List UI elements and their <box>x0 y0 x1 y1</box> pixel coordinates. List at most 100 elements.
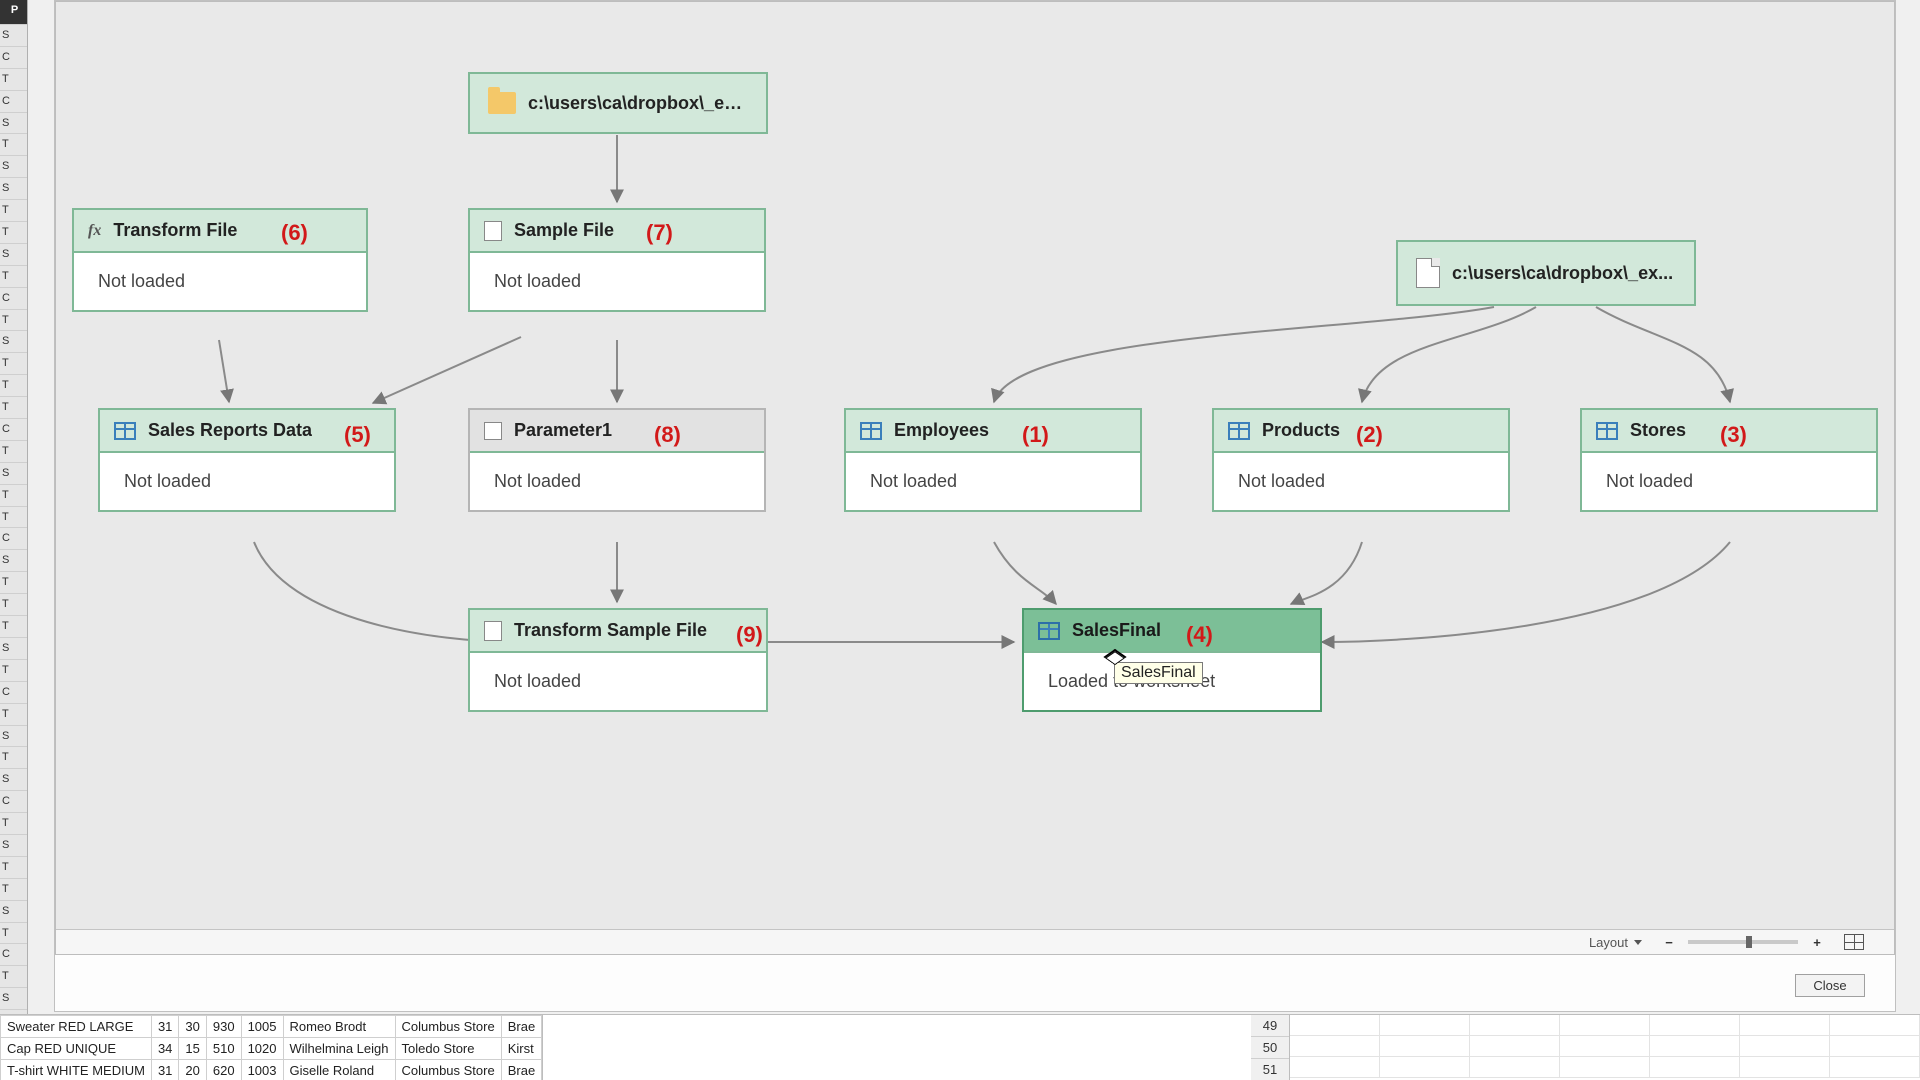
node-title: c:\users\ca\dropbox\_ex... <box>528 93 748 114</box>
node-title: Transform File <box>113 220 237 241</box>
cell[interactable]: 1003 <box>241 1060 283 1080</box>
zoom-to-fit-button[interactable] <box>1844 934 1864 950</box>
zoom-slider[interactable] <box>1688 940 1798 944</box>
cell[interactable] <box>1740 1015 1830 1036</box>
cell[interactable] <box>1380 1015 1470 1036</box>
cell[interactable]: T-shirt WHITE MEDIUM <box>1 1060 152 1080</box>
cell[interactable] <box>1470 1036 1560 1057</box>
node-source-folder[interactable]: c:\users\ca\dropbox\_ex... <box>468 72 768 134</box>
cell[interactable]: 34 <box>151 1038 178 1060</box>
cell[interactable] <box>1830 1015 1920 1036</box>
cell[interactable] <box>1560 1057 1650 1078</box>
cell[interactable] <box>1560 1015 1650 1036</box>
row-number[interactable]: 51 <box>1251 1059 1289 1080</box>
sheet-icon <box>484 621 502 641</box>
cell[interactable]: Columbus Store <box>395 1016 501 1038</box>
zoom-control: − + <box>1662 935 1824 950</box>
dependency-diagram-canvas[interactable]: c:\users\ca\dropbox\_ex... c:\users\ca\d… <box>55 1 1895 955</box>
cell[interactable] <box>1830 1057 1920 1078</box>
cell[interactable] <box>1290 1015 1380 1036</box>
node-transform-file[interactable]: fx Transform File Not loaded <box>72 208 368 312</box>
node-products[interactable]: Products Not loaded <box>1212 408 1510 512</box>
cell[interactable] <box>1470 1015 1560 1036</box>
fx-icon: fx <box>88 222 101 240</box>
dialog-button-row: Close <box>55 974 1895 997</box>
cell[interactable]: Toledo Store <box>395 1038 501 1060</box>
node-transform-sample-file[interactable]: Transform Sample File Not loaded <box>468 608 768 712</box>
node-title: Products <box>1262 420 1340 441</box>
cell[interactable] <box>1650 1015 1740 1036</box>
table-icon <box>114 422 136 440</box>
cell[interactable] <box>1470 1057 1560 1078</box>
node-status: Not loaded <box>74 253 366 310</box>
node-title: c:\users\ca\dropbox\_ex... <box>1452 263 1673 284</box>
node-employees[interactable]: Employees Not loaded <box>844 408 1142 512</box>
node-stores[interactable]: Stores Not loaded <box>1580 408 1878 512</box>
cell[interactable]: 1005 <box>241 1016 283 1038</box>
cell[interactable] <box>1380 1057 1470 1078</box>
row-number[interactable]: 49 <box>1251 1015 1289 1037</box>
parameter-icon <box>484 422 502 440</box>
cell[interactable]: 31 <box>151 1060 178 1080</box>
cell[interactable]: 20 <box>179 1060 206 1080</box>
zoom-slider-thumb[interactable] <box>1746 936 1752 948</box>
cell[interactable]: 930 <box>206 1016 241 1038</box>
node-parameter1[interactable]: Parameter1 Not loaded <box>468 408 766 512</box>
diagram-footer: Layout − + <box>56 929 1894 954</box>
cell[interactable]: 30 <box>179 1016 206 1038</box>
cell[interactable] <box>1290 1036 1380 1057</box>
node-title: Employees <box>894 420 989 441</box>
cell[interactable] <box>1740 1057 1830 1078</box>
cell[interactable] <box>1650 1036 1740 1057</box>
cell[interactable] <box>1830 1036 1920 1057</box>
node-source-file[interactable]: c:\users\ca\dropbox\_ex... <box>1396 240 1696 306</box>
zoom-in-button[interactable]: + <box>1810 935 1824 950</box>
cell[interactable]: Wilhelmina Leigh <box>283 1038 395 1060</box>
node-title: Stores <box>1630 420 1686 441</box>
cell[interactable] <box>1560 1036 1650 1057</box>
worksheet-right-area: 495051 <box>1251 1015 1920 1080</box>
node-status: Not loaded <box>1214 453 1508 510</box>
cell[interactable]: 510 <box>206 1038 241 1060</box>
cell[interactable] <box>1380 1036 1470 1057</box>
worksheet-strip: Sweater RED LARGE31309301005Romeo BrodtC… <box>0 1014 1920 1080</box>
table-row: Sweater RED LARGE31309301005Romeo BrodtC… <box>1 1016 542 1038</box>
cell[interactable] <box>1650 1057 1740 1078</box>
cell[interactable]: Kirst <box>501 1038 541 1060</box>
node-status: Not loaded <box>846 453 1140 510</box>
worksheet-left-table: Sweater RED LARGE31309301005Romeo BrodtC… <box>0 1015 543 1080</box>
zoom-out-button[interactable]: − <box>1662 935 1676 950</box>
cell[interactable]: 31 <box>151 1016 178 1038</box>
row-number-column: 495051 <box>1251 1015 1290 1080</box>
cell[interactable]: Brae <box>501 1060 541 1080</box>
cell[interactable]: Columbus Store <box>395 1060 501 1080</box>
table-row: Cap RED UNIQUE34155101020Wilhelmina Leig… <box>1 1038 542 1060</box>
cell[interactable]: 620 <box>206 1060 241 1080</box>
cell[interactable]: 1020 <box>241 1038 283 1060</box>
excel-row-gutter: P SCT CST SST TST CTS TTT CTS TTC STT TS… <box>0 0 28 1025</box>
table-icon <box>860 422 882 440</box>
cell[interactable] <box>1290 1057 1380 1078</box>
node-title: Sales Reports Data <box>148 420 312 441</box>
cell[interactable] <box>1740 1036 1830 1057</box>
cell[interactable]: Romeo Brodt <box>283 1016 395 1038</box>
cell[interactable]: Giselle Roland <box>283 1060 395 1080</box>
node-status: Not loaded <box>470 253 764 310</box>
cell[interactable]: 15 <box>179 1038 206 1060</box>
table-icon <box>1596 422 1618 440</box>
row-number[interactable]: 50 <box>1251 1037 1289 1059</box>
node-sample-file[interactable]: Sample File Not loaded <box>468 208 766 312</box>
cell[interactable]: Brae <box>501 1016 541 1038</box>
layout-dropdown[interactable]: Layout <box>1589 935 1642 950</box>
empty-grid-cells <box>1290 1015 1920 1080</box>
node-sales-final[interactable]: SalesFinal Loaded to worksheet <box>1022 608 1322 712</box>
close-button[interactable]: Close <box>1795 974 1865 997</box>
table-icon <box>1228 422 1250 440</box>
cell[interactable]: Sweater RED LARGE <box>1 1016 152 1038</box>
dependencies-dialog: c:\users\ca\dropbox\_ex... c:\users\ca\d… <box>54 0 1896 1012</box>
layout-label: Layout <box>1589 935 1628 950</box>
node-title: Parameter1 <box>514 420 612 441</box>
node-sales-reports-data[interactable]: Sales Reports Data Not loaded <box>98 408 396 512</box>
cell[interactable]: Cap RED UNIQUE <box>1 1038 152 1060</box>
node-title: Transform Sample File <box>514 620 707 641</box>
